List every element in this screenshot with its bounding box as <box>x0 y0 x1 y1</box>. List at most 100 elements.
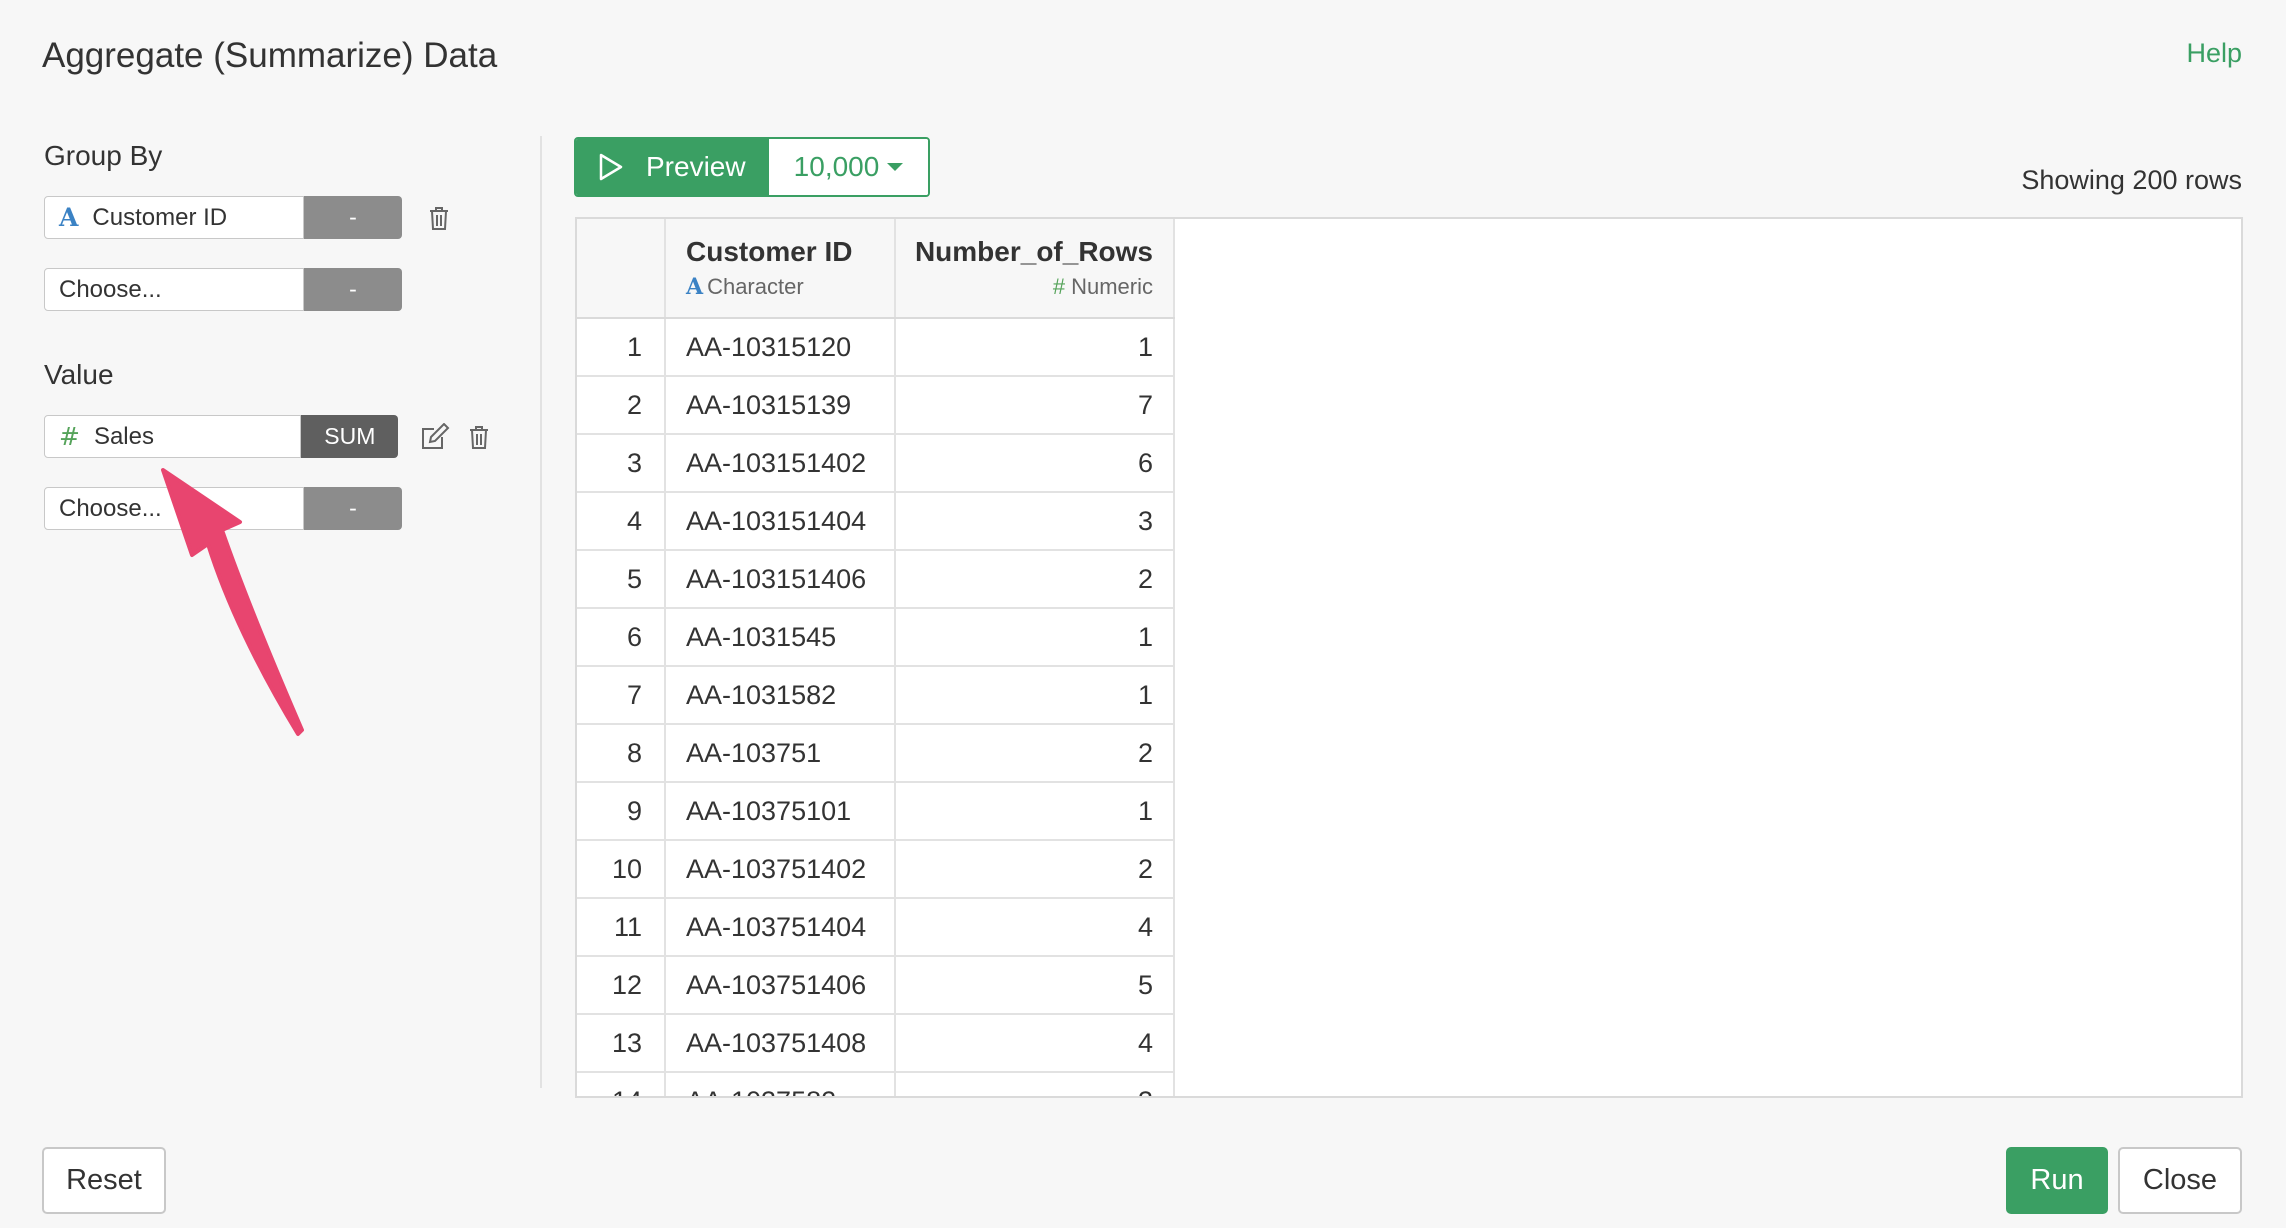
table-row: 3 AA-103151402 6 <box>577 434 1175 493</box>
play-icon <box>599 153 623 181</box>
group-by-section: Group By A Customer ID - Choose... - <box>44 140 494 311</box>
table-row: 13 AA-103751408 4 <box>577 1014 1175 1073</box>
column-name: Number_of_Rows <box>914 236 1153 267</box>
close-button[interactable]: Close <box>2118 1147 2242 1214</box>
table-row: 8 AA-103751 2 <box>577 724 1175 783</box>
customer-id-cell[interactable]: AA-1031582 <box>665 666 896 725</box>
value-placeholder: Choose... <box>59 494 162 522</box>
column-header-number-of-rows[interactable]: Number_of_Rows # Numeric <box>895 219 1175 319</box>
row-index-header <box>577 219 666 319</box>
group-by-column-select[interactable]: A Customer ID <box>44 196 304 239</box>
row-index: 3 <box>577 434 666 493</box>
row-index: 4 <box>577 492 666 551</box>
number-of-rows-cell[interactable]: 2 <box>895 840 1175 899</box>
table-row: 7 AA-1031582 1 <box>577 666 1175 725</box>
aggregate-function-button[interactable]: SUM <box>301 415 399 458</box>
value-row: # Sales SUM <box>44 415 494 458</box>
caret-down-icon <box>887 163 904 171</box>
customer-id-cell[interactable]: AA-1031545 <box>665 608 896 667</box>
number-of-rows-cell[interactable]: 2 <box>895 724 1175 783</box>
number-of-rows-cell[interactable]: 1 <box>895 666 1175 725</box>
customer-id-cell[interactable]: AA-10315120 <box>665 318 896 377</box>
group-by-row: A Customer ID - <box>44 196 494 239</box>
value-column-select[interactable]: # Sales <box>44 415 302 458</box>
customer-id-cell[interactable]: AA-103151404 <box>665 492 896 551</box>
group-by-row-empty: Choose... - <box>44 268 494 311</box>
number-of-rows-cell[interactable]: 7 <box>895 376 1175 435</box>
value-label: Value <box>44 359 114 390</box>
customer-id-cell[interactable]: AA-103751402 <box>665 840 896 899</box>
value-column-value: Sales <box>93 422 154 450</box>
edit-icon[interactable] <box>420 422 450 452</box>
row-index: 5 <box>577 550 666 609</box>
preview-label: Preview <box>646 151 746 182</box>
table-row: 9 AA-10375101 1 <box>577 782 1175 841</box>
table-row: 4 AA-103151404 3 <box>577 492 1175 551</box>
pointer-arrow-annotation <box>161 468 304 736</box>
row-index: 12 <box>577 956 666 1015</box>
row-index: 1 <box>577 318 666 377</box>
character-type-icon: A <box>59 203 79 232</box>
customer-id-cell[interactable]: AA-103151406 <box>665 550 896 609</box>
trash-icon[interactable] <box>464 422 494 452</box>
number-of-rows-cell[interactable]: 5 <box>895 956 1175 1015</box>
reset-button[interactable]: Reset <box>42 1147 166 1214</box>
row-index: 10 <box>577 840 666 899</box>
row-index: 8 <box>577 724 666 783</box>
customer-id-cell[interactable]: AA-10315139 <box>665 376 896 435</box>
number-of-rows-cell[interactable]: 2 <box>895 550 1175 609</box>
table-row: 11 AA-103751404 4 <box>577 898 1175 957</box>
table-row: 2 AA-10315139 7 <box>577 376 1175 435</box>
dialog-title: Aggregate (Summarize) Data <box>42 36 498 75</box>
number-of-rows-cell[interactable]: 1 <box>895 782 1175 841</box>
row-index: 2 <box>577 376 666 435</box>
customer-id-cell[interactable]: AA-1037582 <box>665 1072 896 1096</box>
numeric-type-icon: # <box>1052 274 1066 299</box>
row-index: 14 <box>577 1072 666 1096</box>
table-row: 6 AA-1031545 1 <box>577 608 1175 667</box>
run-button[interactable]: Run <box>2006 1147 2108 1214</box>
trash-icon[interactable] <box>424 203 454 233</box>
customer-id-cell[interactable]: AA-103151402 <box>665 434 896 493</box>
column-name: Customer ID <box>686 236 853 267</box>
row-index: 6 <box>577 608 666 667</box>
customer-id-cell[interactable]: AA-103751406 <box>665 956 896 1015</box>
preview-rows-dropdown[interactable]: 10,000 <box>769 139 928 195</box>
table-row: 5 AA-103151406 2 <box>577 550 1175 609</box>
customer-id-cell[interactable]: AA-10375101 <box>665 782 896 841</box>
character-type-icon: A <box>686 274 704 300</box>
column-header-customer-id[interactable]: Customer ID A Character <box>665 219 896 319</box>
customer-id-cell[interactable]: AA-103751 <box>665 724 896 783</box>
group-by-option-button[interactable]: - <box>304 196 402 239</box>
group-by-column-value: Customer ID <box>92 203 228 231</box>
customer-id-cell[interactable]: AA-103751404 <box>665 898 896 957</box>
row-count-status: Showing 200 rows <box>2021 165 2242 195</box>
preview-table[interactable]: Customer ID A Character Number_of_Rows # N… <box>575 217 2243 1098</box>
number-of-rows-cell[interactable]: 6 <box>895 434 1175 493</box>
number-of-rows-cell[interactable]: 4 <box>895 898 1175 957</box>
row-index: 11 <box>577 898 666 957</box>
table-body: 1 AA-10315120 1 2 AA-10315139 7 3 AA-103151402 6… <box>577 318 1175 1096</box>
panel-divider <box>540 136 542 1088</box>
group-by-placeholder: Choose... <box>59 275 162 303</box>
group-by-column-select-empty[interactable]: Choose... <box>44 268 304 311</box>
table-row: 12 AA-103751406 5 <box>577 956 1175 1015</box>
preview-controls: Preview 10,000 <box>574 137 930 197</box>
table-row: 10 AA-103751402 2 <box>577 840 1175 899</box>
numeric-type-icon: # <box>59 422 80 451</box>
number-of-rows-cell[interactable]: 1 <box>895 608 1175 667</box>
number-of-rows-cell[interactable]: 3 <box>895 492 1175 551</box>
number-of-rows-cell[interactable]: 3 <box>895 1072 1175 1096</box>
preview-rows-value: 10,000 <box>793 151 880 182</box>
number-of-rows-cell[interactable]: 4 <box>895 1014 1175 1073</box>
group-by-option-button-empty[interactable]: - <box>304 268 402 311</box>
table-header-row: Customer ID A Character Number_of_Rows # N… <box>577 219 1175 319</box>
help-link[interactable]: Help <box>2186 38 2242 69</box>
row-index: 7 <box>577 666 666 725</box>
row-index: 13 <box>577 1014 666 1073</box>
number-of-rows-cell[interactable]: 1 <box>895 318 1175 377</box>
customer-id-cell[interactable]: AA-103751408 <box>665 1014 896 1073</box>
row-index: 9 <box>577 782 666 841</box>
table-row: 14AA-10375823 <box>577 1072 1175 1096</box>
preview-button[interactable]: Preview <box>576 139 769 195</box>
